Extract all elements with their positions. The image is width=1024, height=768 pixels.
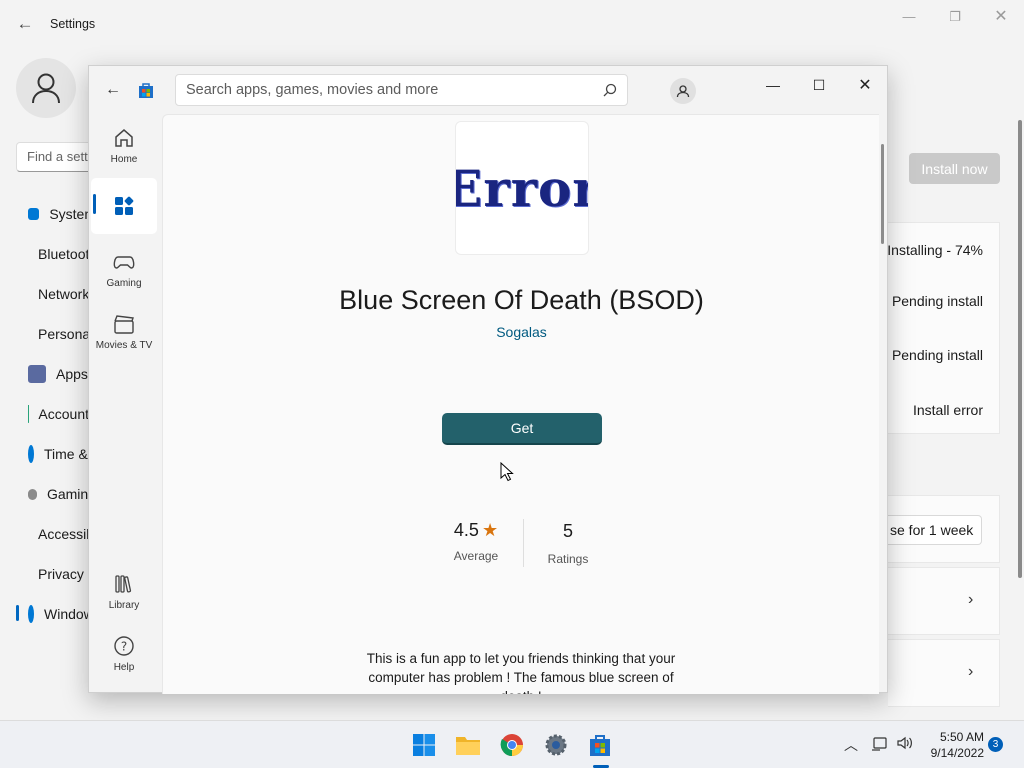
nav-item-network[interactable]: Network & internet — [16, 276, 96, 312]
restore-icon[interactable]: ❐ — [932, 6, 978, 28]
update-status: Pending install — [891, 347, 983, 363]
star-icon: ★ — [481, 520, 499, 540]
settings-scrollbar[interactable] — [1018, 120, 1022, 578]
settings-title: Settings — [50, 17, 96, 31]
app-icon-text: Error — [456, 158, 588, 218]
minimize-icon[interactable]: — — [886, 6, 932, 28]
update-status: Installing - 74% — [887, 242, 983, 258]
file-explorer-icon[interactable] — [452, 729, 484, 761]
rail-movies-tv[interactable]: Movies & TV — [91, 312, 157, 351]
ratings-count-value: 5 — [562, 521, 573, 541]
rail-label: Help — [113, 662, 135, 673]
library-icon — [115, 575, 132, 593]
chevron-right-icon: › — [968, 591, 974, 608]
ratings-count[interactable]: 5 Ratings — [538, 521, 598, 566]
clock-time: 5:50 AM — [939, 730, 984, 744]
start-icon[interactable] — [408, 729, 440, 761]
app-title: Blue Screen Of Death (BSOD) — [339, 285, 704, 315]
store-logo-icon — [138, 82, 154, 99]
close-icon[interactable]: ✕ — [978, 6, 1024, 28]
chevron-up-icon[interactable]: ︿ — [844, 735, 858, 755]
get-button[interactable]: Get — [442, 413, 602, 445]
store-search-input[interactable]: Search apps, games, movies and more — [175, 74, 628, 106]
nav-item-apps[interactable]: Apps — [16, 356, 96, 392]
chrome-icon[interactable] — [496, 729, 528, 761]
help-icon: ? — [114, 636, 134, 656]
rail-label: Gaming — [106, 278, 142, 289]
settings-gear-icon[interactable] — [540, 729, 572, 761]
back-arrow-icon[interactable]: ← — [14, 13, 36, 35]
notification-badge[interactable]: 3 — [988, 737, 1003, 752]
content-scrollbar[interactable] — [881, 144, 884, 244]
clock-globe-icon — [28, 445, 34, 463]
monitor-icon — [28, 208, 40, 220]
chevron-right-icon: › — [968, 663, 974, 680]
settings-option-row[interactable] — [888, 567, 1000, 635]
mouse-cursor-icon — [500, 462, 514, 482]
rail-gaming[interactable]: Gaming — [91, 250, 157, 289]
nav-label: Apps — [56, 366, 88, 382]
controller-icon — [28, 488, 37, 500]
app-icon-image: Error — [455, 121, 589, 255]
apps-icon — [28, 365, 46, 383]
search-icon[interactable] — [603, 83, 617, 97]
close-icon[interactable]: ✕ — [842, 74, 888, 96]
rating-divider — [523, 519, 524, 567]
nav-item-gaming[interactable]: Gaming — [16, 476, 96, 512]
app-publisher-link[interactable]: Sogalas — [163, 324, 879, 340]
account-icon[interactable] — [670, 78, 696, 104]
system-clock[interactable]: 5:50 AM 9/14/2022 — [918, 729, 984, 761]
settings-search-input[interactable]: Find a setting — [16, 142, 96, 172]
app-description: This is a fun app to let you friends thi… — [366, 651, 676, 694]
update-icon — [28, 605, 34, 623]
nav-item-privacy[interactable]: Privacy & security — [16, 556, 96, 592]
rail-apps[interactable] — [91, 194, 157, 222]
nav-item-accessibility[interactable]: Accessibility — [16, 516, 96, 552]
rail-label: Home — [110, 154, 138, 165]
rail-library[interactable]: Library — [91, 572, 157, 611]
back-arrow-icon[interactable]: ← — [103, 80, 123, 100]
nav-item-time-language[interactable]: Time & language — [16, 436, 96, 472]
nav-item-bluetooth[interactable]: Bluetooth & devices — [16, 236, 96, 272]
average-rating: 4.5 ★ Average — [446, 520, 506, 563]
clock-date: 9/14/2022 — [930, 746, 984, 760]
svg-text:?: ? — [121, 640, 127, 654]
search-placeholder: Search apps, games, movies and more — [186, 82, 439, 98]
maximize-icon[interactable]: ☐ — [796, 74, 842, 96]
apps-icon — [115, 196, 134, 215]
home-icon — [115, 129, 133, 147]
brush-icon — [24, 325, 32, 343]
nav-item-personalization[interactable]: Personalization — [16, 316, 96, 352]
install-now-button[interactable]: Install now — [909, 153, 1000, 184]
rail-label: Library — [108, 600, 140, 611]
rail-label: Movies & TV — [95, 340, 153, 351]
app-detail-page: Error Blue Screen Of Death (BSOD) Sogala… — [162, 114, 879, 694]
settings-option-row[interactable] — [888, 639, 1000, 707]
store-window: ← Search apps, games, movies and more — … — [88, 65, 888, 694]
user-avatar-icon[interactable] — [16, 58, 76, 118]
rail-home[interactable]: Home — [91, 126, 157, 165]
update-status: Install error — [912, 402, 983, 418]
rating-value: 4.5 — [453, 520, 479, 540]
taskbar: ︿ 5:50 AM 9/14/2022 3 — [0, 720, 1024, 768]
nav-item-windows-update[interactable]: Windows Update — [16, 596, 96, 632]
minimize-icon[interactable]: — — [750, 74, 796, 96]
ratings-count-label: Ratings — [547, 552, 589, 566]
volume-icon[interactable] — [896, 735, 914, 754]
rating-label: Average — [453, 549, 499, 563]
nav-item-accounts[interactable]: Accounts — [16, 396, 96, 432]
update-status: Pending install — [891, 293, 983, 309]
nav-item-system[interactable]: System — [16, 196, 96, 232]
store-icon[interactable] — [584, 729, 616, 761]
rail-help[interactable]: ? Help — [91, 634, 157, 673]
settings-titlebar: ← Settings — ❐ ✕ — [0, 0, 1024, 48]
network-icon[interactable] — [871, 736, 889, 755]
controller-icon — [113, 256, 135, 269]
clapperboard-icon — [114, 315, 134, 334]
updates-card: Installing - 74% Pending install Pending… — [887, 222, 1000, 434]
pause-updates-button[interactable]: se for 1 week — [888, 515, 982, 545]
